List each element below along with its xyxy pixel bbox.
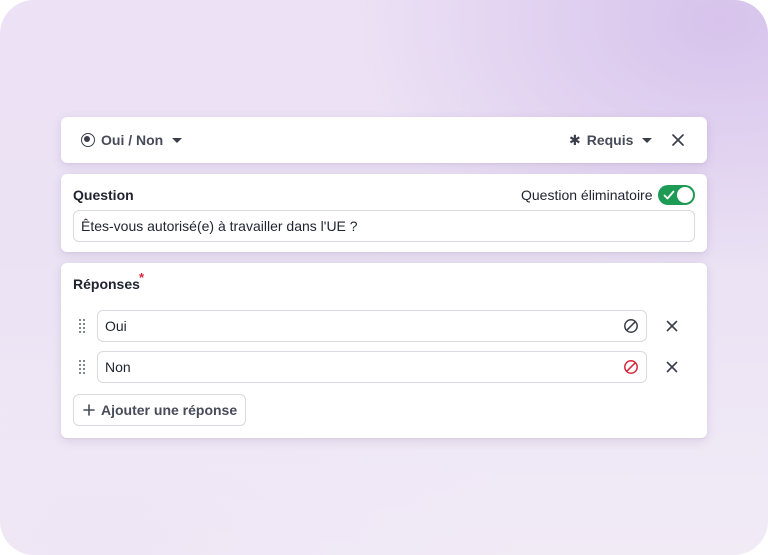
asterisk-icon: ✱ <box>569 132 581 148</box>
disqualify-icon-active[interactable] <box>623 359 639 375</box>
caret-down-icon <box>642 137 653 143</box>
answers-label: Réponses <box>73 276 140 292</box>
question-card: Question Question éliminatoire Êtes-vous… <box>61 174 707 252</box>
required-label: Requis <box>586 132 634 148</box>
answer-row: Non <box>61 351 707 383</box>
answers-card: Réponses * Oui Non Ajouter une réponse <box>61 263 707 438</box>
close-icon[interactable] <box>669 131 687 149</box>
background-frame: Oui / Non ✱ Requis Question Question éli… <box>0 0 768 555</box>
eliminatory-label: Question éliminatoire <box>521 187 653 203</box>
eliminatory-toggle[interactable] <box>658 185 695 205</box>
disqualify-icon[interactable] <box>623 318 639 334</box>
question-type-bar: Oui / Non ✱ Requis <box>61 117 707 163</box>
question-input[interactable]: Êtes-vous autorisé(e) à travailler dans … <box>73 210 695 242</box>
drag-handle-icon[interactable] <box>78 359 86 375</box>
add-answer-label: Ajouter une réponse <box>101 402 238 418</box>
question-label: Question <box>73 187 134 203</box>
radio-icon <box>81 133 95 147</box>
answer-input[interactable]: Non <box>97 351 647 383</box>
check-icon <box>663 190 675 200</box>
required-dropdown[interactable]: ✱ Requis <box>569 130 653 150</box>
remove-answer-icon[interactable] <box>665 319 679 333</box>
toggle-knob <box>677 187 693 203</box>
plus-icon <box>83 404 95 416</box>
remove-answer-icon[interactable] <box>665 360 679 374</box>
add-answer-button[interactable]: Ajouter une réponse <box>73 394 247 426</box>
answer-row: Oui <box>61 310 707 342</box>
caret-down-icon <box>172 137 183 143</box>
question-type-label: Oui / Non <box>101 132 164 148</box>
required-marker: * <box>139 270 145 285</box>
answer-input[interactable]: Oui <box>97 310 647 342</box>
question-type-dropdown[interactable]: Oui / Non <box>81 130 183 150</box>
drag-handle-icon[interactable] <box>78 318 86 334</box>
